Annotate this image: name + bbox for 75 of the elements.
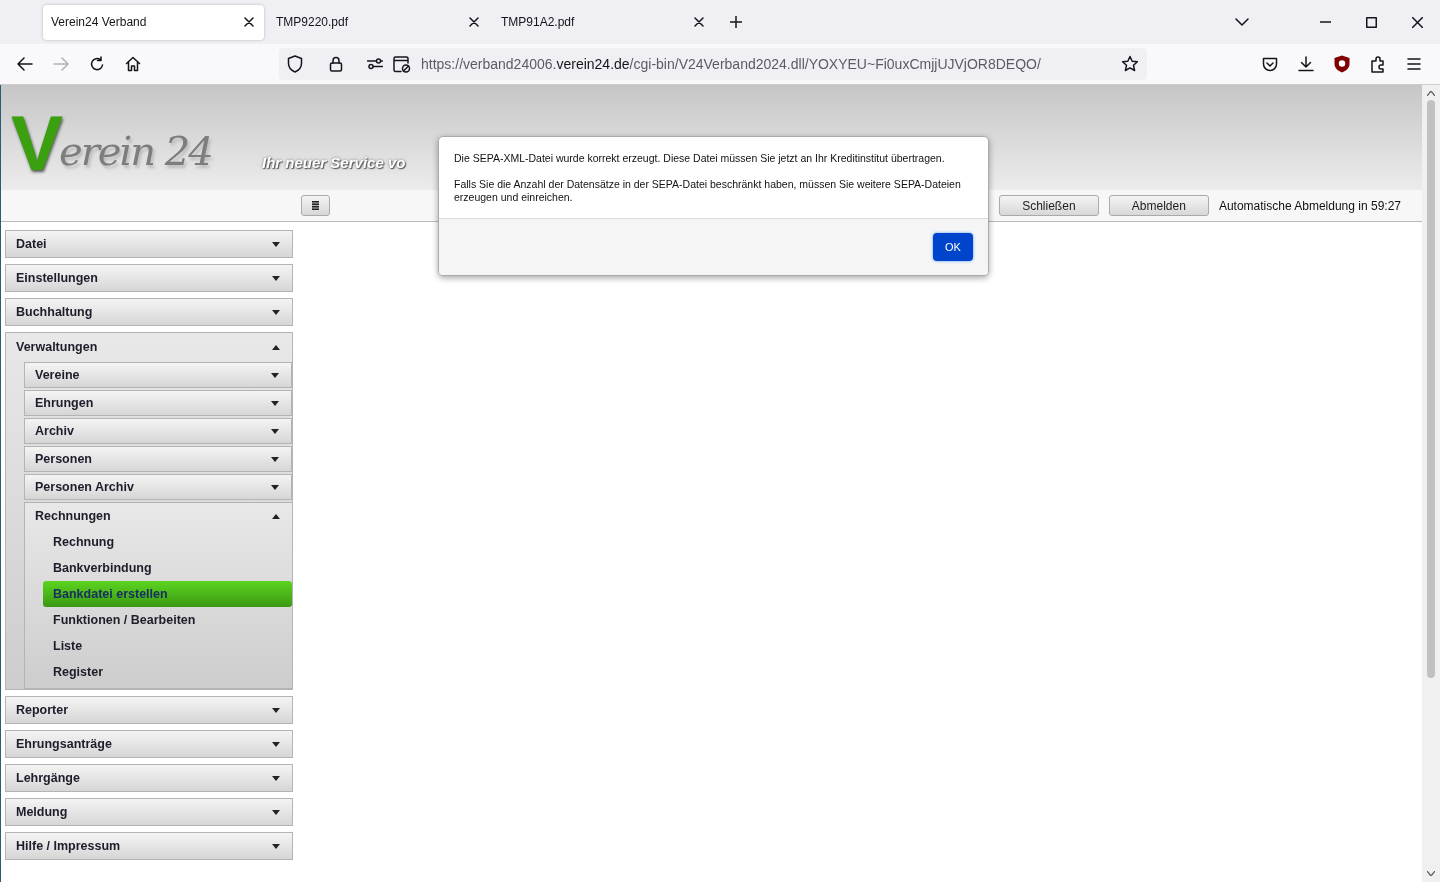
puzzle-icon[interactable] <box>1370 55 1386 73</box>
caret-icon <box>271 456 279 462</box>
browser-tab[interactable]: Verein24 Verband <box>43 4 264 40</box>
menu-section-header[interactable]: Archiv <box>24 418 292 444</box>
pocket-icon[interactable] <box>1262 56 1278 72</box>
menu-link[interactable]: Register <box>43 659 292 685</box>
back-arrow-icon[interactable] <box>17 57 33 71</box>
ok-button[interactable]: OK <box>933 233 973 261</box>
lock-icon[interactable] <box>329 56 343 72</box>
plus-icon[interactable] <box>730 16 742 28</box>
menu-section-header[interactable]: Personen Archiv <box>24 474 292 500</box>
address-bar[interactable]: https://verband24006.verein24.de/cgi-bin/V24Verband2024.dll/YOXYEU~Fi0uxCmjjUJVjOR8DEQO/ <box>279 48 1147 80</box>
toolbar-button[interactable]: Schließen <box>998 195 1099 216</box>
dialog-message: Die SEPA-XML-Datei wurde korrekt erzeugt. Diese Datei müssen Sie jetzt an Ihr Kreditinstitut übertragen. <box>454 152 946 165</box>
menu-link[interactable]: Rechnung <box>43 529 292 555</box>
reload-icon[interactable] <box>89 56 105 72</box>
menu-section-header[interactable]: Verwaltungen <box>6 333 292 361</box>
list-icon <box>312 201 319 210</box>
caret-icon <box>272 275 280 281</box>
page-blocked-icon[interactable] <box>393 55 411 73</box>
menu-section-header[interactable]: Hilfe / Impressum <box>5 832 293 860</box>
caret-icon <box>272 843 280 849</box>
scrollbar[interactable] <box>1422 85 1440 882</box>
menu-section-header[interactable]: Personen <box>24 446 292 472</box>
caret-icon <box>271 372 279 378</box>
dialog-message: Falls Sie die Anzahl der Datensätze in der SEPA-Datei beschränkt haben, müssen Sie weitere SEPA-Dateien erzeugen und einreichen. <box>454 178 962 204</box>
browser-tab[interactable]: TMP9220.pdf <box>268 4 489 40</box>
caret-icon <box>272 741 280 747</box>
shield-extension-icon[interactable] <box>1334 55 1350 73</box>
close-icon[interactable] <box>244 17 254 27</box>
caret-icon <box>271 428 279 434</box>
minimize-icon[interactable] <box>1319 21 1331 23</box>
caret-icon <box>272 513 280 519</box>
menu-section-header[interactable]: Einstellungen <box>5 264 293 292</box>
caret-icon <box>271 400 279 406</box>
menu-link[interactable]: Bankdatei erstellen <box>43 581 292 607</box>
auto-logout-timer: Automatische Abmeldung in 59:27 <box>1218 198 1401 213</box>
caret-icon <box>272 809 280 815</box>
scroll-down-icon[interactable] <box>1427 871 1435 876</box>
menu-section-header[interactable]: Rechnungen <box>25 503 292 529</box>
menu-section-header[interactable]: Datei <box>5 230 293 258</box>
close-icon[interactable] <box>1411 16 1423 28</box>
shield-icon[interactable] <box>287 55 303 73</box>
browser-tab[interactable]: TMP91A2.pdf <box>493 4 714 40</box>
caret-icon <box>272 309 280 315</box>
list-toggle-button[interactable] <box>301 195 330 216</box>
scroll-up-icon[interactable] <box>1427 91 1435 96</box>
menu-link[interactable]: Funktionen / Bearbeiten <box>43 607 292 633</box>
home-icon[interactable] <box>125 56 141 72</box>
menu-section-header[interactable]: Buchhaltung <box>5 298 293 326</box>
menu-link[interactable]: Bankverbindung <box>43 555 292 581</box>
menu-section-header[interactable]: Lehrgänge <box>5 764 293 792</box>
menu-section-header[interactable]: Ehrungen <box>24 390 292 416</box>
close-icon[interactable] <box>694 17 704 27</box>
toolbar-button[interactable]: Abmelden <box>1108 195 1209 216</box>
sliders-icon[interactable] <box>367 58 383 70</box>
url-text: https://verband24006.verein24.de/cgi-bin/V24Verband2024.dll/YOXYEU~Fi0uxCmjjUJVjOR8DEQO/ <box>421 56 1042 72</box>
menu-section-header[interactable]: Meldung <box>5 798 293 826</box>
menu-section-header[interactable]: Vereine <box>24 362 292 388</box>
menu-link[interactable]: Liste <box>43 633 292 659</box>
caret-icon <box>272 707 280 713</box>
menu-section-header[interactable]: Ehrungsanträge <box>5 730 293 758</box>
maximize-icon[interactable] <box>1365 16 1377 28</box>
download-icon[interactable] <box>1298 56 1314 72</box>
close-icon[interactable] <box>469 17 479 27</box>
scrollbar-thumb[interactable] <box>1427 100 1435 678</box>
caret-icon <box>272 241 280 247</box>
star-icon[interactable] <box>1121 55 1139 73</box>
menu-section-header[interactable]: Reporter <box>5 696 293 724</box>
caret-icon <box>272 344 280 350</box>
menu-icon[interactable] <box>1407 58 1421 70</box>
caret-icon <box>271 484 279 490</box>
tagline: Ihr neuer Service vo <box>262 154 406 171</box>
caret-icon <box>272 775 280 781</box>
chevron-down-icon[interactable] <box>1235 18 1249 26</box>
